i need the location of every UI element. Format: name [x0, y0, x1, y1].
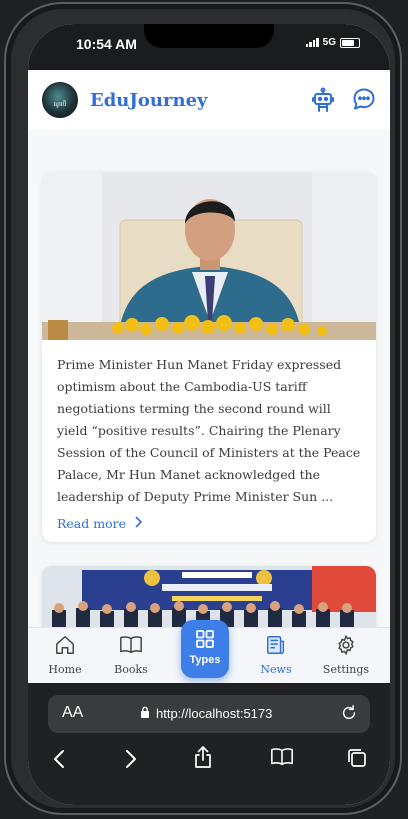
book-icon	[119, 636, 143, 660]
screen: 10:54 AM 5G ណូបើ EduJourney Prime Minist…	[28, 24, 390, 805]
header-actions	[312, 87, 376, 117]
news-card[interactable]	[42, 566, 376, 627]
read-more-link[interactable]: Read more	[57, 516, 143, 531]
home-icon	[54, 636, 76, 660]
network-label: 5G	[322, 37, 336, 48]
nav-home-label: Home	[48, 663, 82, 676]
gear-icon	[335, 634, 357, 660]
back-icon[interactable]	[52, 749, 66, 773]
browser-bar: AA http://localhost:5173	[28, 683, 390, 805]
nav-books-label: Books	[114, 663, 148, 676]
app-header: ណូបើ EduJourney	[28, 70, 390, 130]
share-icon[interactable]	[193, 745, 213, 773]
lock-icon	[140, 706, 150, 721]
news-summary: Prime Minister Hun Manet Friday expresse…	[57, 357, 361, 504]
reload-icon[interactable]	[340, 704, 358, 727]
nav-news[interactable]: News	[244, 634, 308, 676]
bottom-nav: Home Books Types News Settings	[28, 620, 390, 684]
newspaper-icon	[265, 636, 287, 660]
bookmarks-icon[interactable]	[270, 747, 294, 771]
tabs-icon[interactable]	[346, 747, 368, 773]
news-photo	[42, 172, 376, 340]
chevron-right-icon	[134, 516, 143, 531]
url-display[interactable]: http://localhost:5173	[140, 706, 272, 721]
news-feed[interactable]: Prime Minister Hun Manet Friday expresse…	[28, 130, 390, 627]
logo-text: ណូបើ	[53, 102, 67, 108]
nav-settings-label: Settings	[322, 663, 370, 676]
chat-bubble-icon[interactable]	[352, 87, 376, 117]
nav-settings[interactable]: Settings	[314, 634, 378, 676]
battery-icon	[340, 37, 360, 48]
browser-toolbar	[28, 743, 390, 783]
status-bar: 10:54 AM 5G	[28, 24, 390, 70]
robot-icon[interactable]	[312, 87, 334, 117]
text-size-button[interactable]: AA	[62, 704, 83, 722]
status-time: 10:54 AM	[76, 36, 137, 52]
signal-icon	[305, 38, 319, 47]
url-text: http://localhost:5173	[156, 706, 273, 721]
grid-icon	[181, 629, 229, 653]
nav-home[interactable]: Home	[33, 634, 97, 676]
address-bar[interactable]: AA http://localhost:5173	[48, 695, 370, 733]
forward-icon[interactable]	[124, 749, 138, 773]
nav-books[interactable]: Books	[99, 634, 163, 676]
nav-types-button[interactable]: Types	[181, 620, 229, 678]
nav-types-label: Types	[189, 654, 221, 666]
phone-frame: 10:54 AM 5G ណូបើ EduJourney Prime Minist…	[4, 2, 402, 815]
news-card[interactable]: Prime Minister Hun Manet Friday expresse…	[42, 172, 376, 542]
app-title: EduJourney	[90, 89, 208, 111]
notch	[144, 24, 274, 48]
read-more-label: Read more	[57, 516, 126, 531]
news-photo	[42, 566, 376, 627]
nav-news-label: News	[260, 663, 292, 676]
status-icons: 5G	[305, 37, 360, 48]
app-logo[interactable]: ណូបើ	[42, 82, 78, 118]
